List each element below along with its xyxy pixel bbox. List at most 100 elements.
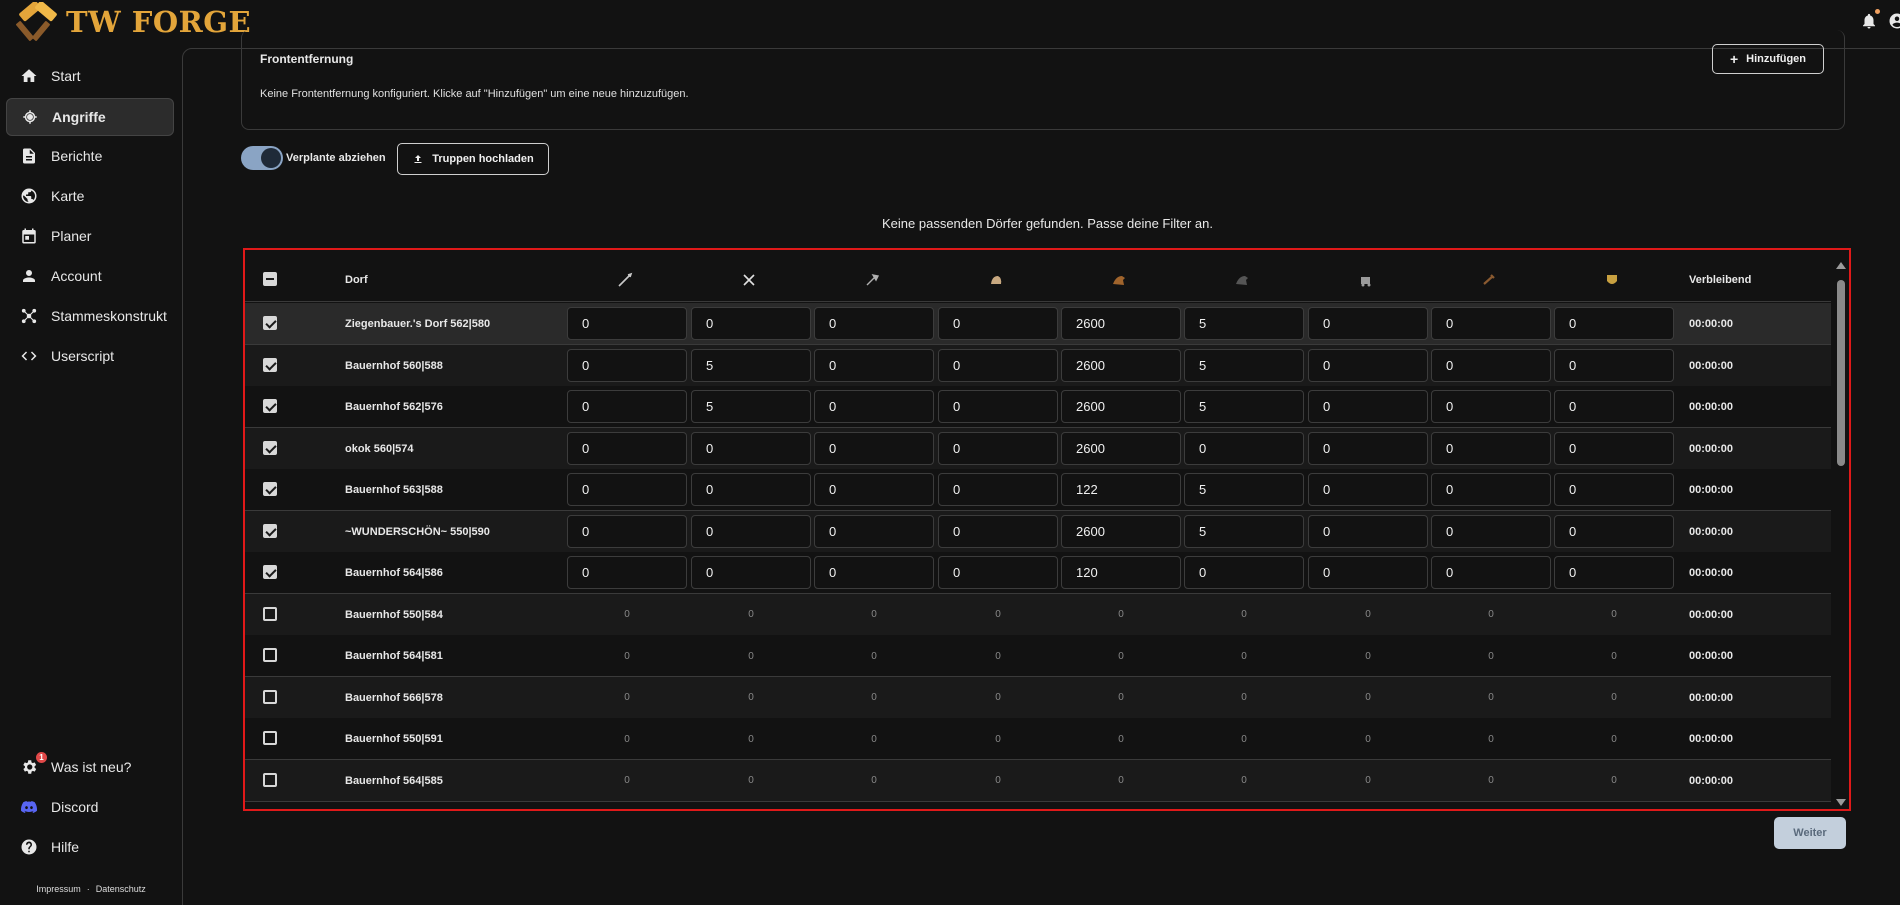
sidebar-item-account[interactable]: Account — [6, 257, 174, 295]
row-checkbox[interactable] — [263, 731, 277, 745]
troop-input[interactable]: 0 — [938, 307, 1058, 340]
row-checkbox[interactable] — [263, 357, 277, 372]
troop-input[interactable]: 2600 — [1061, 514, 1181, 548]
troop-input[interactable]: 0 — [691, 514, 811, 548]
verplante-toggle[interactable] — [241, 146, 283, 170]
troop-input[interactable]: 5 — [691, 390, 811, 423]
upload-troops-button[interactable]: Truppen hochladen — [397, 143, 549, 175]
table-row[interactable]: Bauernhof 563|588 0 0 0 0 122 5 0 0 0 00:00:00 — [245, 469, 1831, 511]
table-row[interactable]: okok 560|574 0 0 0 0 2600 0 0 0 0 00:00:00 — [245, 427, 1831, 470]
impressum-link[interactable]: Impressum — [36, 884, 81, 894]
table-row[interactable]: Bauernhof 564|586 0 0 0 0 120 0 0 0 0 00:00:00 — [245, 552, 1831, 594]
troop-input[interactable]: 0 — [1431, 390, 1551, 423]
sidebar-item-discord[interactable]: Discord — [6, 788, 174, 826]
troop-input[interactable]: 120 — [1061, 556, 1181, 589]
table-row[interactable]: Bauernhof 564|581 0 0 0 0 0 0 0 0 0 00:00:00 — [245, 635, 1831, 677]
troop-input[interactable]: 0 — [691, 473, 811, 506]
troop-input[interactable]: 0 — [1431, 556, 1551, 589]
troop-input[interactable]: 2600 — [1061, 431, 1181, 465]
table-row[interactable]: Bauernhof 550|591 0 0 0 0 0 0 0 0 0 00:00:00 — [245, 718, 1831, 760]
next-button[interactable]: Weiter — [1774, 817, 1846, 849]
datenschutz-link[interactable]: Datenschutz — [96, 884, 146, 894]
troop-input[interactable]: 0 — [1431, 514, 1551, 548]
troop-input[interactable]: 0 — [1554, 514, 1674, 548]
select-all-checkbox[interactable] — [263, 272, 277, 286]
troop-input[interactable]: 0 — [1308, 307, 1428, 340]
troop-input[interactable]: 0 — [938, 348, 1058, 382]
add-front-button[interactable]: + Hinzufügen — [1712, 44, 1824, 74]
troop-input[interactable]: 0 — [938, 473, 1058, 506]
row-checkbox[interactable] — [263, 523, 277, 538]
sidebar-item-karte[interactable]: Karte — [6, 177, 174, 215]
troop-input[interactable]: 2600 — [1061, 390, 1181, 423]
troop-input[interactable]: 0 — [938, 556, 1058, 589]
troop-input[interactable]: 0 — [1554, 556, 1674, 589]
troop-input[interactable]: 0 — [1554, 348, 1674, 382]
troop-input[interactable]: 0 — [1184, 431, 1304, 465]
troop-input[interactable]: 0 — [938, 514, 1058, 548]
scroll-up-icon[interactable] — [1836, 262, 1846, 269]
troop-input[interactable]: 0 — [691, 307, 811, 340]
troop-input[interactable]: 0 — [1431, 473, 1551, 506]
troop-input[interactable]: 2600 — [1061, 307, 1181, 340]
sidebar-item-angriffe[interactable]: Angriffe — [6, 98, 174, 136]
troop-input[interactable]: 0 — [938, 390, 1058, 423]
troop-input[interactable]: 0 — [1554, 473, 1674, 506]
table-row[interactable]: Bauernhof 564|585 0 0 0 0 0 0 0 0 0 00:00:00 — [245, 759, 1831, 802]
troop-input[interactable]: 0 — [814, 431, 934, 465]
troop-input[interactable]: 5 — [1184, 348, 1304, 382]
table-row[interactable]: ~WUNDERSCHÖN~ 550|590 0 0 0 0 2600 5 0 0 0 00:00:0… — [245, 510, 1831, 553]
troop-input[interactable]: 0 — [1308, 431, 1428, 465]
troop-input[interactable]: 5 — [1184, 473, 1304, 506]
troop-input[interactable]: 0 — [1308, 473, 1428, 506]
troop-input[interactable]: 0 — [814, 556, 934, 589]
table-scrollbar[interactable] — [1833, 258, 1847, 809]
scroll-down-icon[interactable] — [1836, 799, 1846, 806]
app-logo[interactable]: TW FORGE — [16, 2, 251, 42]
troop-input[interactable]: 5 — [1184, 390, 1304, 423]
sidebar-item-planer[interactable]: Planer — [6, 217, 174, 255]
troop-input[interactable]: 0 — [1431, 348, 1551, 382]
troop-input[interactable]: 0 — [1431, 431, 1551, 465]
table-row[interactable]: Bauernhof 560|588 0 5 0 0 2600 5 0 0 0 00:00:00 — [245, 344, 1831, 387]
row-checkbox[interactable] — [263, 606, 277, 621]
troop-input[interactable]: 122 — [1061, 473, 1181, 506]
troop-input[interactable]: 0 — [567, 514, 687, 548]
row-checkbox[interactable] — [263, 316, 277, 330]
troop-input[interactable]: 0 — [691, 431, 811, 465]
troop-input[interactable]: 0 — [1431, 307, 1551, 340]
troop-input[interactable]: 0 — [567, 473, 687, 506]
troop-input[interactable]: 5 — [1184, 307, 1304, 340]
scroll-thumb[interactable] — [1837, 280, 1845, 466]
troop-input[interactable]: 0 — [814, 473, 934, 506]
troop-input[interactable]: 0 — [567, 348, 687, 382]
troop-input[interactable]: 0 — [1308, 556, 1428, 589]
troop-input[interactable]: 0 — [1308, 348, 1428, 382]
troop-input[interactable]: 0 — [691, 556, 811, 589]
row-checkbox[interactable] — [263, 399, 277, 413]
sidebar-item-stammeskonstrukt[interactable]: Stammeskonstrukt — [6, 297, 174, 335]
sidebar-item-hilfe[interactable]: Hilfe — [6, 828, 174, 866]
troop-input[interactable]: 0 — [814, 307, 934, 340]
troop-input[interactable]: 0 — [1554, 390, 1674, 423]
troop-input[interactable]: 0 — [1554, 307, 1674, 340]
row-checkbox[interactable] — [263, 689, 277, 704]
troop-input[interactable]: 0 — [938, 431, 1058, 465]
troop-input[interactable]: 5 — [691, 348, 811, 382]
row-checkbox[interactable] — [263, 482, 277, 496]
troop-input[interactable]: 0 — [1308, 390, 1428, 423]
troop-input[interactable]: 0 — [814, 348, 934, 382]
troop-input[interactable]: 0 — [814, 514, 934, 548]
table-row[interactable]: Bauernhof 566|578 0 0 0 0 0 0 0 0 0 00:00:00 — [245, 676, 1831, 719]
troop-input[interactable]: 0 — [1184, 556, 1304, 589]
table-row[interactable]: Ziegenbauer.'s Dorf 562|580 0 0 0 0 2600 5 0 0 0 0… — [245, 303, 1831, 345]
troop-input[interactable]: 0 — [567, 390, 687, 423]
troop-input[interactable]: 0 — [567, 556, 687, 589]
row-checkbox[interactable] — [263, 440, 277, 455]
row-checkbox[interactable] — [263, 648, 277, 662]
troop-input[interactable]: 0 — [1554, 431, 1674, 465]
troop-input[interactable]: 0 — [567, 431, 687, 465]
troop-input[interactable]: 0 — [814, 390, 934, 423]
troop-input[interactable]: 0 — [567, 307, 687, 340]
sidebar-item-was-ist-neu[interactable]: 1 Was ist neu? — [6, 748, 174, 786]
